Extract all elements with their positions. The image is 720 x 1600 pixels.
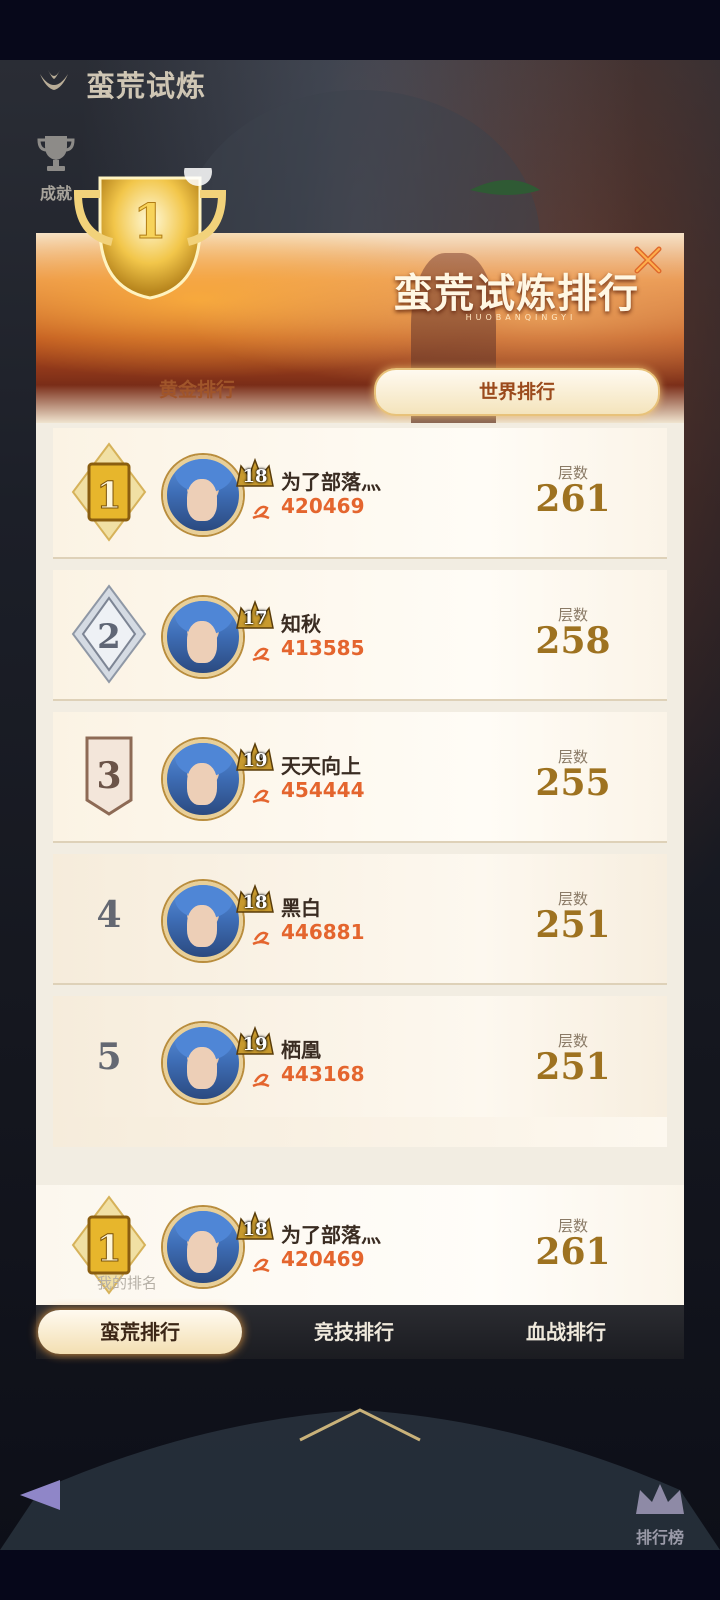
level-crown-icon bbox=[236, 883, 274, 913]
tab-arena-ranking[interactable]: 竞技排行 bbox=[264, 1310, 444, 1354]
my-rank-row[interactable]: 1 我的排名 18 为了部落灬 420469 层数 261 bbox=[36, 1185, 684, 1305]
floor-value: 261 bbox=[535, 478, 611, 520]
ranking-panel: 蛮荒试炼排行 HUOBANQINGYI 黄金排行 世界排行 1 18 为了部落灬… bbox=[36, 233, 684, 1359]
leaderboard-label: 排行榜 bbox=[635, 1528, 684, 1547]
panel-subtitle: HUOBANQINGYI bbox=[465, 313, 577, 322]
category-tabs: 蛮荒排行 竞技排行 血战排行 bbox=[36, 1305, 684, 1359]
tab-gold-ranking[interactable]: 黄金排行 bbox=[56, 368, 338, 412]
tab-bloodbattle-ranking[interactable]: 血战排行 bbox=[476, 1310, 656, 1354]
rank-number: 1 bbox=[96, 1228, 121, 1270]
table-row[interactable]: 2 17 知秋 413585 层数 258 bbox=[53, 570, 667, 699]
avatar[interactable] bbox=[163, 597, 243, 677]
my-rank-label: 我的排名 bbox=[97, 1274, 158, 1292]
avatar[interactable] bbox=[163, 1207, 243, 1287]
table-row-partial bbox=[53, 1117, 667, 1147]
status-bar bbox=[0, 0, 720, 60]
rank-badge-silver-icon: 2 bbox=[71, 584, 147, 684]
level-crown-icon bbox=[236, 599, 274, 629]
level-crown-icon bbox=[236, 1210, 274, 1240]
game-title: 蛮荒试炼 bbox=[36, 62, 206, 106]
crown-icon bbox=[636, 1484, 684, 1514]
tab-wilderness-ranking[interactable]: 蛮荒排行 bbox=[38, 1310, 242, 1354]
close-icon[interactable] bbox=[631, 243, 665, 277]
table-row[interactable]: 4 18 黑白 446881 层数 251 bbox=[53, 854, 667, 983]
floor-value: 251 bbox=[535, 904, 611, 946]
floor-value: 261 bbox=[535, 1231, 611, 1273]
combat-power-icon bbox=[252, 1258, 270, 1273]
combat-power: 420469 bbox=[281, 1247, 365, 1271]
combat-power: 413585 bbox=[281, 636, 365, 660]
bottom-frame-decor bbox=[0, 1408, 720, 1550]
table-row[interactable]: 5 19 栖凰 443168 层数 251 bbox=[53, 996, 667, 1125]
avatar[interactable] bbox=[163, 881, 243, 961]
table-row[interactable]: 3 19 天天向上 454444 层数 255 bbox=[53, 712, 667, 841]
floor-value: 258 bbox=[535, 620, 611, 662]
leaderboard-button[interactable]: 排行榜 bbox=[615, 1480, 705, 1548]
panel-title: 蛮荒试炼排行 bbox=[393, 270, 639, 317]
combat-power-icon bbox=[252, 931, 270, 946]
bottom-bar bbox=[0, 1550, 720, 1600]
ranking-scope-tabs: 黄金排行 世界排行 bbox=[36, 365, 684, 421]
player-name: 知秋 bbox=[281, 612, 321, 636]
floor-value: 251 bbox=[535, 1046, 611, 1088]
rank-badge-bronze-icon: 3 bbox=[85, 736, 133, 816]
tab-world-ranking[interactable]: 世界排行 bbox=[374, 368, 660, 416]
level-crown-icon bbox=[236, 741, 274, 771]
combat-power: 443168 bbox=[281, 1062, 365, 1086]
player-name: 天天向上 bbox=[281, 754, 361, 778]
avatar[interactable] bbox=[163, 1023, 243, 1103]
combat-power: 454444 bbox=[281, 778, 365, 802]
rank-number: 2 bbox=[97, 617, 121, 657]
floor-value: 255 bbox=[535, 762, 611, 804]
rank-number: 1 bbox=[96, 475, 121, 517]
combat-power-icon bbox=[252, 789, 270, 804]
combat-power-icon bbox=[252, 647, 270, 662]
combat-power: 420469 bbox=[281, 494, 365, 518]
player-name: 栖凰 bbox=[281, 1038, 321, 1062]
rank-number: 5 bbox=[96, 1036, 122, 1078]
combat-power-icon bbox=[252, 1073, 270, 1088]
rank-badge-gold-icon: 1 bbox=[71, 442, 147, 542]
game-title-text: 蛮荒试炼 bbox=[86, 69, 207, 103]
avatar[interactable] bbox=[163, 455, 243, 535]
player-name: 为了部落灬 bbox=[281, 1223, 381, 1247]
player-name: 黑白 bbox=[281, 896, 321, 920]
combat-power-icon bbox=[252, 505, 270, 520]
svg-text:1: 1 bbox=[133, 194, 166, 250]
level-crown-icon bbox=[236, 457, 274, 487]
rank-number: 4 bbox=[96, 894, 122, 936]
level-crown-icon bbox=[236, 1025, 274, 1055]
combat-power: 446881 bbox=[281, 920, 365, 944]
avatar[interactable] bbox=[163, 739, 243, 819]
trial-logo-icon bbox=[40, 70, 68, 90]
table-row[interactable]: 1 18 为了部落灬 420469 层数 261 bbox=[53, 428, 667, 557]
rank-number: 3 bbox=[96, 755, 121, 797]
trophy-icon: 1 bbox=[73, 168, 227, 300]
player-name: 为了部落灬 bbox=[281, 470, 381, 494]
